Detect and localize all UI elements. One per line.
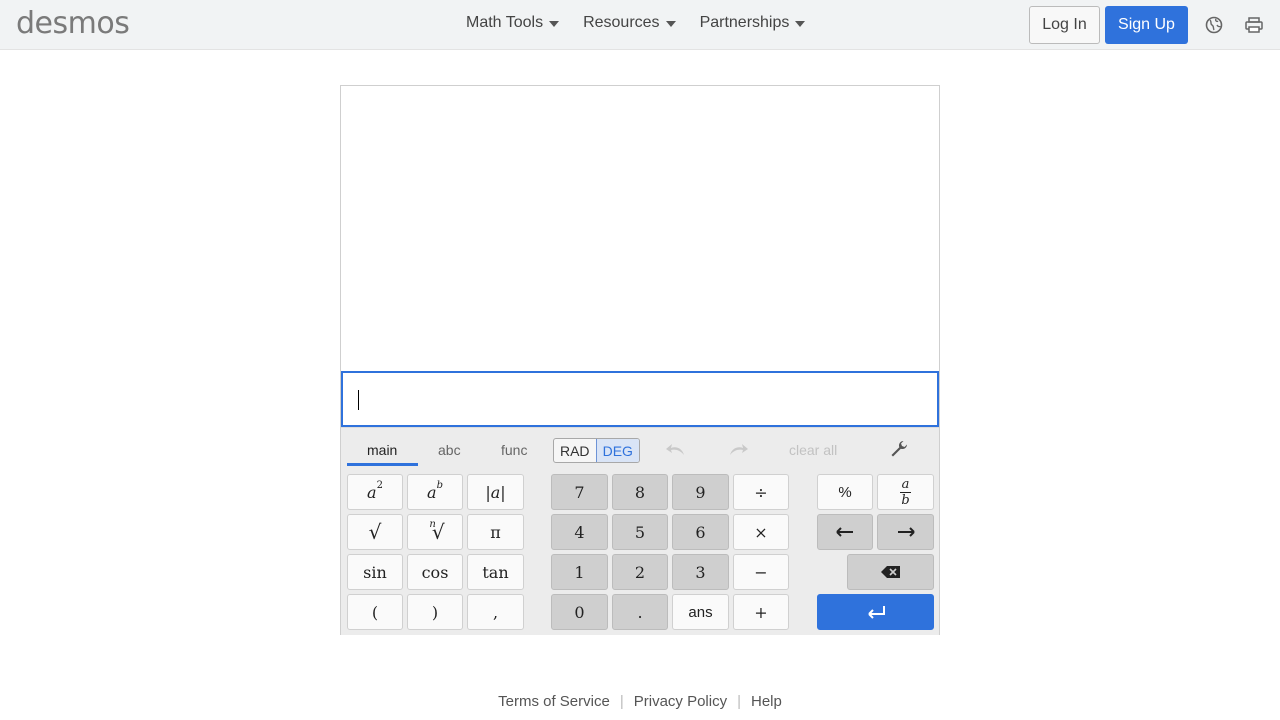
pi-key[interactable]: π <box>467 514 524 550</box>
tab-main[interactable]: main <box>367 442 397 458</box>
terms-link[interactable]: Terms of Service <box>498 693 610 710</box>
power-key[interactable]: ab <box>407 474 463 510</box>
backspace-icon <box>880 566 900 578</box>
angle-mode-toggle: RAD DEG <box>553 438 640 463</box>
deg-button[interactable]: DEG <box>595 439 639 462</box>
chevron-down-icon <box>795 21 806 27</box>
nav-partnerships[interactable]: Partnerships <box>700 14 806 32</box>
nav-math-tools[interactable]: Math Tools <box>466 14 560 32</box>
arrow-left-icon <box>836 527 853 537</box>
digit-6-key[interactable]: 6 <box>672 514 729 550</box>
fraction-key[interactable]: ab <box>877 474 934 510</box>
help-link[interactable]: Help <box>751 693 782 710</box>
expression-input[interactable] <box>341 371 939 427</box>
sin-key[interactable]: sin <box>347 554 403 590</box>
digit-1-key[interactable]: 1 <box>551 554 608 590</box>
ans-key[interactable]: ans <box>672 594 729 630</box>
chevron-down-icon <box>665 21 676 27</box>
scientific-calculator: main abc func RAD DEG clear all a2 ab | a… <box>340 85 940 635</box>
tan-key[interactable]: tan <box>467 554 524 590</box>
decimal-key[interactable]: . <box>612 594 668 630</box>
digit-8-key[interactable]: 8 <box>612 474 668 510</box>
desmos-logo[interactable]: desmos <box>16 6 130 41</box>
divide-key[interactable]: ÷ <box>733 474 789 510</box>
fraction-glyph: ab <box>900 476 911 508</box>
digit-4-key[interactable]: 4 <box>551 514 608 550</box>
chevron-down-icon <box>549 21 560 27</box>
tab-func[interactable]: func <box>501 442 527 458</box>
wrench-icon[interactable] <box>889 439 909 459</box>
plus-key[interactable]: + <box>733 594 789 630</box>
cos-key[interactable]: cos <box>407 554 463 590</box>
clear-all-button[interactable]: clear all <box>789 442 837 458</box>
percent-key[interactable]: % <box>817 474 873 510</box>
left-arrow-key[interactable] <box>817 514 873 550</box>
active-tab-indicator <box>347 463 418 466</box>
arrow-right-icon <box>897 527 915 537</box>
right-arrow-key[interactable] <box>877 514 934 550</box>
redo-icon[interactable] <box>726 440 750 458</box>
digit-7-key[interactable]: 7 <box>551 474 608 510</box>
digit-2-key[interactable]: 2 <box>612 554 668 590</box>
login-button[interactable]: Log In <box>1029 6 1100 44</box>
nav-resources-label: Resources <box>583 14 660 31</box>
nth-root-key[interactable]: n √ <box>407 514 463 550</box>
digit-9-key[interactable]: 9 <box>672 474 729 510</box>
print-icon[interactable] <box>1244 15 1264 35</box>
footer: Terms of Service | Privacy Policy | Help <box>0 693 1280 710</box>
comma-key[interactable]: , <box>467 594 524 630</box>
footer-separator: | <box>737 693 741 710</box>
undo-icon[interactable] <box>664 440 688 458</box>
enter-key[interactable] <box>817 594 934 630</box>
signup-button[interactable]: Sign Up <box>1105 6 1188 44</box>
main-nav: Math Tools Resources Partnerships <box>466 14 829 32</box>
text-cursor <box>358 390 359 410</box>
backspace-key[interactable] <box>847 554 934 590</box>
top-header: desmos Math Tools Resources Partnerships… <box>0 0 1280 50</box>
rad-button[interactable]: RAD <box>554 439 596 462</box>
digit-5-key[interactable]: 5 <box>612 514 668 550</box>
right-paren-key[interactable]: ) <box>407 594 463 630</box>
digit-3-key[interactable]: 3 <box>672 554 729 590</box>
multiply-key[interactable]: × <box>733 514 789 550</box>
digit-0-key[interactable]: 0 <box>551 594 608 630</box>
footer-separator: | <box>619 693 624 710</box>
minus-key[interactable]: − <box>733 554 789 590</box>
globe-icon[interactable] <box>1204 15 1224 35</box>
privacy-link[interactable]: Privacy Policy <box>634 693 727 710</box>
nav-math-tools-label: Math Tools <box>466 14 544 31</box>
keypad: main abc func RAD DEG clear all a2 ab | a… <box>341 427 939 635</box>
calculation-history <box>341 86 939 371</box>
left-paren-key[interactable]: ( <box>347 594 403 630</box>
tab-abc[interactable]: abc <box>438 442 461 458</box>
enter-icon <box>867 606 885 619</box>
sqrt-key[interactable]: √ <box>347 514 403 550</box>
abs-key[interactable]: | a | <box>467 474 524 510</box>
nav-partnerships-label: Partnerships <box>699 14 790 31</box>
nav-resources[interactable]: Resources <box>583 14 676 32</box>
square-key[interactable]: a2 <box>347 474 403 510</box>
